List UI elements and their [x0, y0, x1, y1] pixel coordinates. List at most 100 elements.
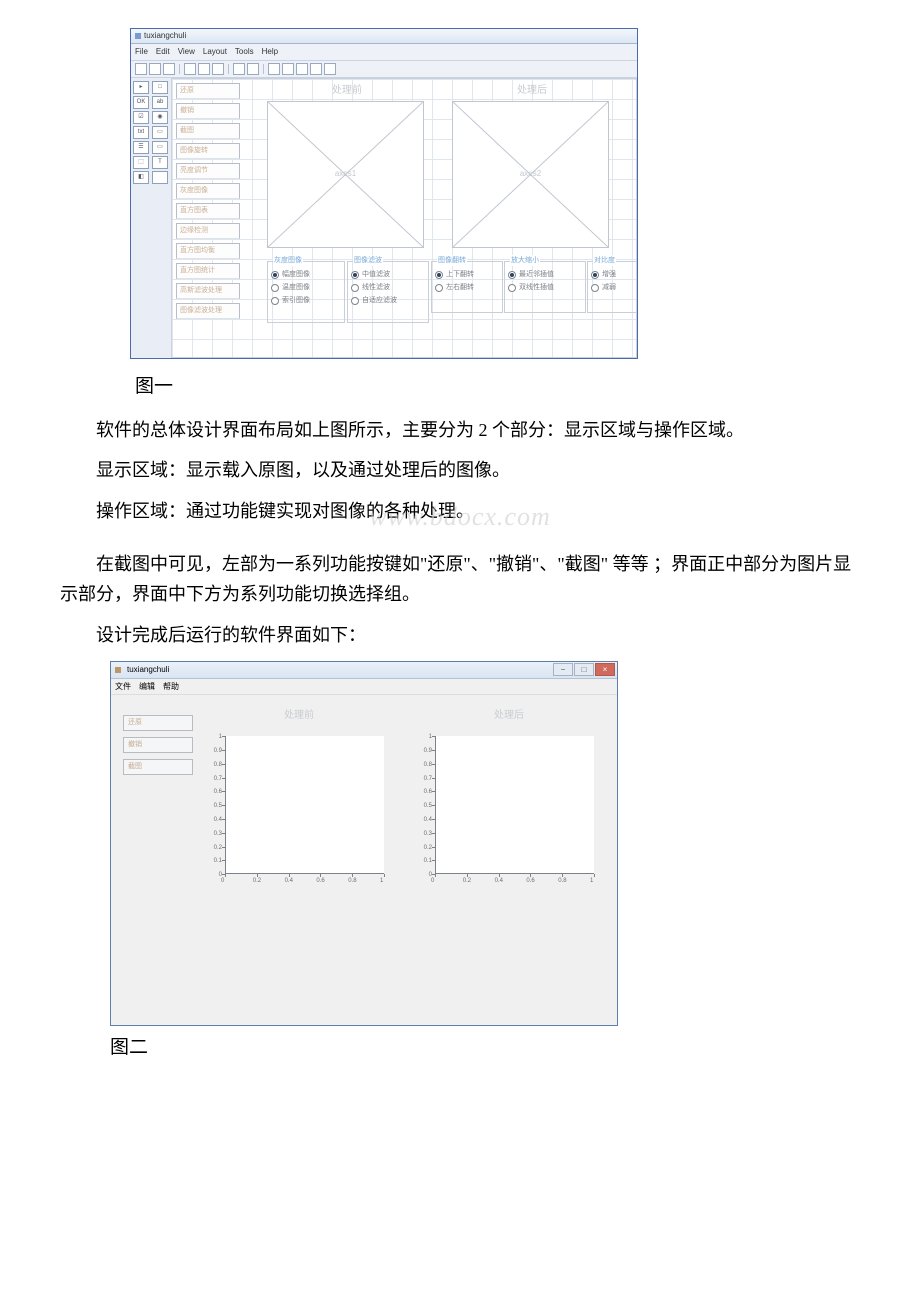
pushbutton-tool-icon[interactable]: □ [152, 81, 168, 94]
axes-before[interactable]: axes1 [267, 101, 424, 248]
checkbox-tool-icon[interactable]: ☑ [133, 111, 149, 124]
buttongroup-tool-icon[interactable] [152, 171, 168, 184]
run-icon[interactable] [324, 63, 336, 75]
new-icon[interactable] [135, 63, 147, 75]
x-tick-label: 0.8 [558, 876, 566, 886]
plots-area: 处理前 00.10.20.30.40.50.60.70.80.9100.20.4… [193, 705, 605, 1015]
radio-flip-vertical[interactable]: 上下翻转 [435, 269, 499, 281]
popup-tool-icon[interactable]: ▭ [152, 126, 168, 139]
undo-icon[interactable] [233, 63, 245, 75]
axes-tool-icon[interactable]: T [152, 156, 168, 169]
slider-tool-icon[interactable]: OK [133, 96, 149, 109]
y-tick-label: 0.1 [206, 856, 222, 866]
paste-icon[interactable] [212, 63, 224, 75]
group-contrast-legend: 对比度 [593, 255, 616, 267]
paragraph-4: 在截图中可见，左部为一系列功能按键如"还原"、"撤销"、"截图" 等等 ；界面正… [60, 549, 860, 610]
menu-edit[interactable]: Edit [156, 45, 170, 59]
y-tick-mark [222, 860, 225, 861]
cut-icon[interactable] [184, 63, 196, 75]
grayscale-button[interactable]: 灰度图像 [176, 183, 240, 199]
open-icon[interactable] [149, 63, 161, 75]
filter-button[interactable]: 图像滤波处理 [176, 303, 240, 319]
x-tick-label: 0.2 [463, 876, 471, 886]
menu-view[interactable]: View [178, 45, 195, 59]
edit-tool-icon[interactable]: ◉ [152, 111, 168, 124]
save-icon[interactable] [163, 63, 175, 75]
histstat-button[interactable]: 直方图统计 [176, 263, 240, 279]
menu-layout[interactable]: Layout [203, 45, 227, 59]
copy-icon[interactable] [198, 63, 210, 75]
y-tick-mark [222, 764, 225, 765]
y-tick-mark [432, 750, 435, 751]
x-tick-mark [530, 874, 531, 877]
group-flip: 图像翻转 上下翻转 左右翻转 [431, 261, 503, 313]
snapshot-button[interactable]: 截图 [123, 759, 193, 775]
menu-file[interactable]: 文件 [115, 680, 131, 694]
radio-indexed[interactable]: 索引图像 [271, 295, 341, 307]
axes-after[interactable]: axes2 [452, 101, 609, 248]
plot-before-col: 处理前 00.10.20.30.40.50.60.70.80.9100.20.4… [203, 705, 395, 1015]
menu-tools[interactable]: Tools [235, 45, 254, 59]
table-tool-icon[interactable]: ⬚ [133, 156, 149, 169]
maximize-icon[interactable]: □ [574, 663, 594, 676]
y-tick-mark [222, 750, 225, 751]
menu-edit[interactable]: 编辑 [139, 680, 155, 694]
radio-adaptive[interactable]: 自适应滤波 [351, 295, 425, 307]
minimize-icon[interactable]: − [553, 663, 573, 676]
text-tool-icon[interactable]: txt [133, 126, 149, 139]
undo-button[interactable]: 撤销 [176, 103, 240, 119]
paragraph-2: 显示区域：显示载入原图，以及通过处理后的图像。 [60, 455, 860, 486]
close-icon[interactable]: × [595, 663, 615, 676]
x-tick-label: 1 [380, 876, 383, 886]
radio-temperature[interactable]: 温度图像 [271, 282, 341, 294]
browser-icon[interactable] [310, 63, 322, 75]
radio-median[interactable]: 中值滤波 [351, 269, 425, 281]
y-tick-mark [432, 764, 435, 765]
panel-tool-icon[interactable]: ◧ [133, 171, 149, 184]
toolbar [131, 61, 637, 78]
y-tick-label: 0.6 [416, 787, 432, 797]
radio-flip-horizontal[interactable]: 左右翻转 [435, 282, 499, 294]
editor-icon[interactable] [282, 63, 294, 75]
rotate-button[interactable]: 图像旋转 [176, 143, 240, 159]
menu-file[interactable]: File [135, 45, 148, 59]
radio-amplitude[interactable]: 幅度图像 [271, 269, 341, 281]
snapshot-button[interactable]: 截图 [176, 123, 240, 139]
edge-button[interactable]: 边缘检测 [176, 223, 240, 239]
toggle-tool-icon[interactable]: ▭ [152, 141, 168, 154]
select-tool-icon[interactable]: ▸ [133, 81, 149, 94]
redo-icon[interactable] [247, 63, 259, 75]
histeq-button[interactable]: 直方图均衡 [176, 243, 240, 259]
x-tick-mark [320, 874, 321, 877]
x-tick-mark [289, 874, 290, 877]
restore-button[interactable]: 还原 [176, 83, 240, 99]
listbox-tool-icon[interactable]: ☰ [133, 141, 149, 154]
paragraph-5: 设计完成后运行的软件界面如下： [60, 620, 860, 651]
radio-tool-icon[interactable]: ab [152, 96, 168, 109]
brightness-button[interactable]: 亮度调节 [176, 163, 240, 179]
undo-button[interactable]: 撤销 [123, 737, 193, 753]
x-tick-label: 1 [590, 876, 593, 886]
align-icon[interactable] [268, 63, 280, 75]
radio-icon [435, 271, 443, 279]
menu-help[interactable]: 帮助 [163, 680, 179, 694]
y-tick-label: 0 [416, 870, 432, 880]
radio-bilinear[interactable]: 双线性插值 [508, 282, 582, 294]
restore-button[interactable]: 还原 [123, 715, 193, 731]
after-title: 处理后 [517, 82, 547, 99]
radio-nearest[interactable]: 最近邻插值 [508, 269, 582, 281]
gaussian-button[interactable]: 高斯滤波处理 [176, 283, 240, 299]
histogram-button[interactable]: 直方图表 [176, 203, 240, 219]
radio-linear[interactable]: 线性滤波 [351, 282, 425, 294]
menu-help[interactable]: Help [262, 45, 278, 59]
radio-enhance[interactable]: 增强 [591, 269, 637, 281]
radio-reduce[interactable]: 减弱 [591, 282, 637, 294]
y-tick-label: 0.4 [416, 815, 432, 825]
group-filter: 图像滤波 中值滤波 线性滤波 自适应滤波 [347, 261, 429, 323]
layout-canvas[interactable]: 还原 撤销 截图 图像旋转 亮度调节 灰度图像 直方图表 边缘检测 直方图均衡 … [172, 78, 637, 358]
inspector-icon[interactable] [296, 63, 308, 75]
x-tick-label: 0 [221, 876, 224, 886]
x-tick-mark [257, 874, 258, 877]
x-tick-label: 0.4 [285, 876, 293, 886]
separator [228, 64, 229, 74]
